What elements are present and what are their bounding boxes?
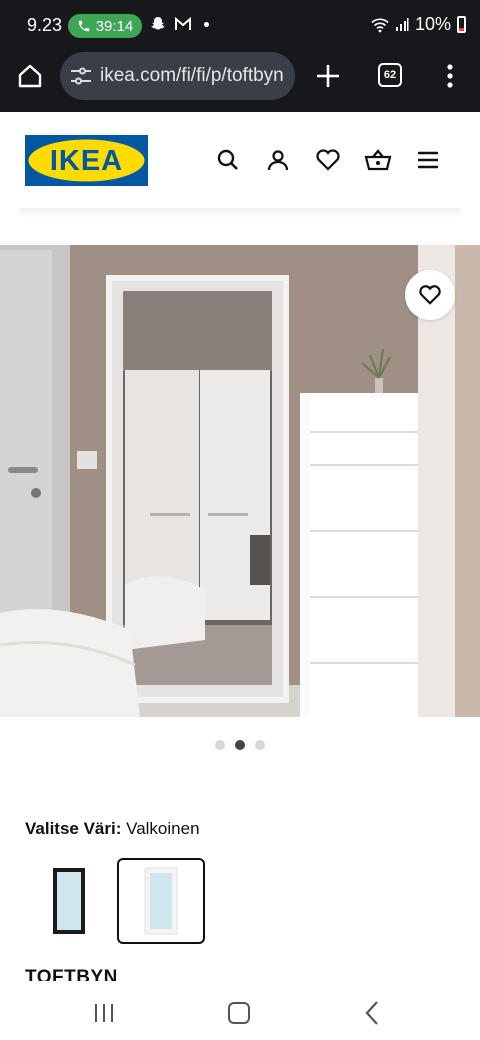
ikea-logo[interactable]: IKEA [25, 135, 148, 186]
user-icon[interactable] [264, 145, 292, 175]
browser-menu-icon[interactable] [440, 62, 460, 90]
search-icon[interactable] [214, 145, 242, 175]
home-icon[interactable] [16, 62, 44, 90]
status-right: 10% [371, 14, 466, 35]
image-carousel-indicator [215, 740, 265, 750]
carousel-dot[interactable] [255, 740, 265, 750]
black-mirror-thumbnail [53, 868, 85, 934]
snapchat-icon [151, 17, 165, 30]
header-actions [214, 145, 442, 175]
product-image[interactable] [0, 245, 480, 717]
back-icon[interactable] [362, 1000, 382, 1026]
browser-toolbar: ikea.com/fi/fi/p/toftbyn 62 [0, 52, 480, 112]
gmail-icon [175, 17, 191, 30]
new-tab-icon[interactable] [314, 62, 342, 90]
site-header: IKEA [0, 112, 480, 212]
wifi-icon [371, 18, 389, 32]
add-to-favourites-button[interactable] [405, 270, 455, 320]
recent-apps-icon[interactable] [92, 1002, 116, 1024]
heart-icon [419, 285, 441, 305]
ongoing-call-pill[interactable]: 39:14 [68, 14, 142, 38]
header-shadow [18, 208, 462, 218]
more-notifications-dot [204, 21, 209, 27]
notification-icons [150, 16, 209, 32]
phone-icon [78, 20, 89, 32]
selected-color-name: Valkoinen [126, 819, 200, 838]
address-bar[interactable]: ikea.com/fi/fi/p/toftbyn [60, 52, 295, 100]
call-duration: 39:14 [95, 17, 134, 35]
tab-switcher-button[interactable]: 62 [378, 63, 402, 87]
product-photo-illustration [0, 245, 480, 717]
hamburger-menu-icon[interactable] [414, 145, 442, 175]
battery-percent: 10% [414, 14, 451, 34]
basket-icon[interactable] [364, 145, 392, 175]
home-button-icon[interactable] [228, 1002, 250, 1024]
color-option-white-selected[interactable] [117, 858, 205, 944]
tab-count: 62 [383, 69, 397, 81]
battery-icon [457, 16, 466, 33]
ikea-logo-graphic: IKEA [25, 135, 148, 186]
site-settings-icon[interactable] [70, 66, 92, 86]
carousel-dot[interactable] [215, 740, 225, 750]
status-time: 9.23 [27, 15, 63, 35]
heart-icon[interactable] [314, 145, 342, 175]
color-option-black[interactable] [25, 858, 113, 944]
product-name: TOFTBYN [25, 967, 118, 981]
color-selector-label: Valitse Väri: Valkoinen [25, 819, 200, 839]
color-label-prefix: Valitse Väri: [25, 819, 122, 838]
status-bar: 9.23 39:14 10% [0, 0, 480, 52]
logo-text: IKEA [50, 145, 123, 177]
android-navigation-bar [0, 982, 480, 1040]
url-text: ikea.com/fi/fi/p/toftbyn [100, 65, 284, 86]
signal-icon [395, 17, 409, 31]
white-mirror-thumbnail [144, 867, 178, 935]
carousel-dot-active[interactable] [235, 740, 245, 750]
